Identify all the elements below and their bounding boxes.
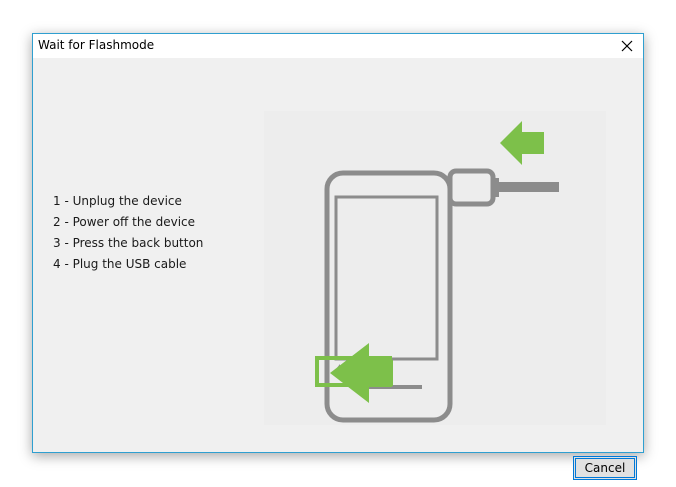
instruction-step: 4 - Plug the USB cable [53, 257, 187, 271]
instruction-step: 2 - Power off the device [53, 215, 196, 229]
window-title: Wait for Flashmode [38, 38, 155, 52]
close-icon [621, 40, 633, 52]
device-illustration [264, 111, 606, 425]
instruction-step: 1 - Unplug the device [53, 194, 182, 208]
cancel-button[interactable]: Cancel [573, 456, 637, 480]
instruction-list: 1 - Unplug the device 2 - Power off the … [53, 191, 203, 275]
instruction-step: 3 - Press the back button [53, 236, 204, 250]
title-bar: Wait for Flashmode [33, 34, 643, 58]
close-button[interactable] [611, 34, 643, 58]
flashmode-dialog: Wait for Flashmode 1 - Unplug the device… [32, 33, 644, 480]
